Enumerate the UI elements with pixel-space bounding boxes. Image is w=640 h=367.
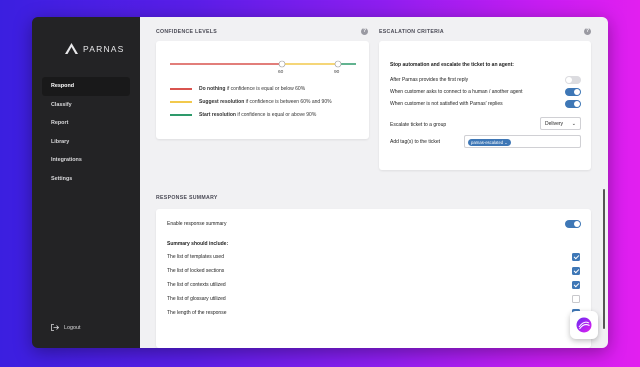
help-icon[interactable]: ? bbox=[361, 28, 368, 35]
logout-icon bbox=[51, 324, 59, 331]
legend-do-nothing: Do nothing if confidence is equal or bel… bbox=[170, 86, 305, 92]
confidence-card: 60 90 Do nothing if confidence is equal … bbox=[156, 41, 369, 139]
main-content: CONFIDENCE LEVELS ? 60 90 Do nothing if … bbox=[140, 17, 608, 348]
summary-section-title: RESPONSE SUMMARY bbox=[156, 195, 218, 201]
sidebar-nav: Respond Classify Report Library Integrat… bbox=[42, 77, 130, 188]
sidebar-item-classify[interactable]: Classify bbox=[42, 96, 130, 115]
legend-text: Start resolution if confidence is equal … bbox=[199, 112, 317, 118]
main-scrollbar[interactable] bbox=[603, 189, 605, 329]
tag-chip-label: parnas-escalated bbox=[471, 139, 504, 145]
escalation-card: Stop automation and escalate the ticket … bbox=[379, 41, 591, 170]
logout-label: Logout bbox=[64, 324, 81, 331]
escalation-option-label: After Parnas provides the first reply bbox=[390, 77, 469, 83]
summary-templates-checkbox[interactable] bbox=[572, 253, 580, 261]
brand-name: PARNAS bbox=[83, 43, 125, 54]
legend-text: Suggest resolution if confidence is betw… bbox=[199, 99, 332, 105]
tag-chip[interactable]: parnas-escalated ⌄ bbox=[468, 138, 511, 146]
summary-item-label: The list of glossary utilized bbox=[167, 296, 226, 302]
confidence-section-title: CONFIDENCE LEVELS bbox=[156, 29, 218, 35]
chat-widget-icon bbox=[576, 317, 592, 333]
summary-contexts-checkbox[interactable] bbox=[572, 281, 580, 289]
sidebar: PARNAS Respond Classify Report Library I… bbox=[32, 17, 140, 348]
sidebar-item-respond[interactable]: Respond bbox=[42, 77, 130, 96]
sidebar-item-integrations[interactable]: Integrations bbox=[42, 151, 130, 170]
app-window: PARNAS Respond Classify Report Library I… bbox=[32, 17, 608, 348]
escalate-group-value: Delivery bbox=[545, 120, 564, 127]
escalation-section-title: ESCALATION CRITERIA bbox=[379, 29, 444, 35]
add-tags-label: Add tag(s) to the ticket bbox=[390, 139, 441, 145]
chevron-down-icon: ⌄ bbox=[571, 120, 576, 127]
escalate-group-label: Escalate ticket to a group bbox=[390, 122, 447, 128]
brand-logo[interactable]: PARNAS bbox=[65, 43, 125, 54]
summary-card: Enable response summary Summary should i… bbox=[156, 209, 591, 348]
summary-item-label: The list of contexts utilized bbox=[167, 282, 226, 288]
legend-start: Start resolution if confidence is equal … bbox=[170, 112, 316, 118]
escalation-human-request-toggle[interactable] bbox=[565, 88, 581, 96]
legend-line-red bbox=[170, 88, 192, 90]
sidebar-item-report[interactable]: Report bbox=[42, 114, 130, 133]
escalate-group-select[interactable]: Delivery ⌄ bbox=[540, 117, 581, 130]
summary-item-label: The list of locked sections bbox=[167, 268, 225, 274]
escalation-first-reply-toggle[interactable] bbox=[565, 76, 581, 84]
slider-handle-high bbox=[334, 60, 342, 68]
slider-handle-low bbox=[278, 60, 286, 68]
logout-button[interactable]: Logout bbox=[51, 324, 81, 331]
parnas-logo-icon bbox=[65, 43, 78, 54]
escalation-not-satisfied-toggle[interactable] bbox=[565, 100, 581, 108]
enable-summary-toggle[interactable] bbox=[565, 220, 581, 228]
escalation-option-label: When customer is not satisfied with Parn… bbox=[390, 101, 503, 107]
summary-item-label: The list of templates used bbox=[167, 254, 224, 260]
slider-high-value: 90 bbox=[334, 70, 340, 75]
chevron-down-icon: ⌄ bbox=[504, 139, 508, 145]
summary-item-label: The length of the response bbox=[167, 310, 227, 316]
escalation-heading: Stop automation and escalate the ticket … bbox=[390, 62, 514, 68]
summary-glossary-checkbox[interactable] bbox=[572, 295, 580, 303]
chat-widget-button[interactable] bbox=[570, 311, 598, 339]
legend-line-green bbox=[170, 114, 192, 116]
enable-summary-label: Enable response summary bbox=[167, 221, 227, 227]
help-icon[interactable]: ? bbox=[584, 28, 591, 35]
escalation-option-label: When customer asks to connect to a human… bbox=[390, 89, 523, 95]
sidebar-item-library[interactable]: Library bbox=[42, 133, 130, 152]
summary-locked-sections-checkbox[interactable] bbox=[572, 267, 580, 275]
summary-include-heading: Summary should include: bbox=[167, 241, 229, 247]
tags-input[interactable]: parnas-escalated ⌄ bbox=[464, 135, 581, 148]
legend-line-yellow bbox=[170, 101, 192, 103]
sidebar-item-settings[interactable]: Settings bbox=[42, 170, 130, 189]
slider-low-value: 60 bbox=[278, 70, 284, 75]
legend-suggest: Suggest resolution if confidence is betw… bbox=[170, 99, 332, 105]
legend-text: Do nothing if confidence is equal or bel… bbox=[199, 86, 306, 92]
